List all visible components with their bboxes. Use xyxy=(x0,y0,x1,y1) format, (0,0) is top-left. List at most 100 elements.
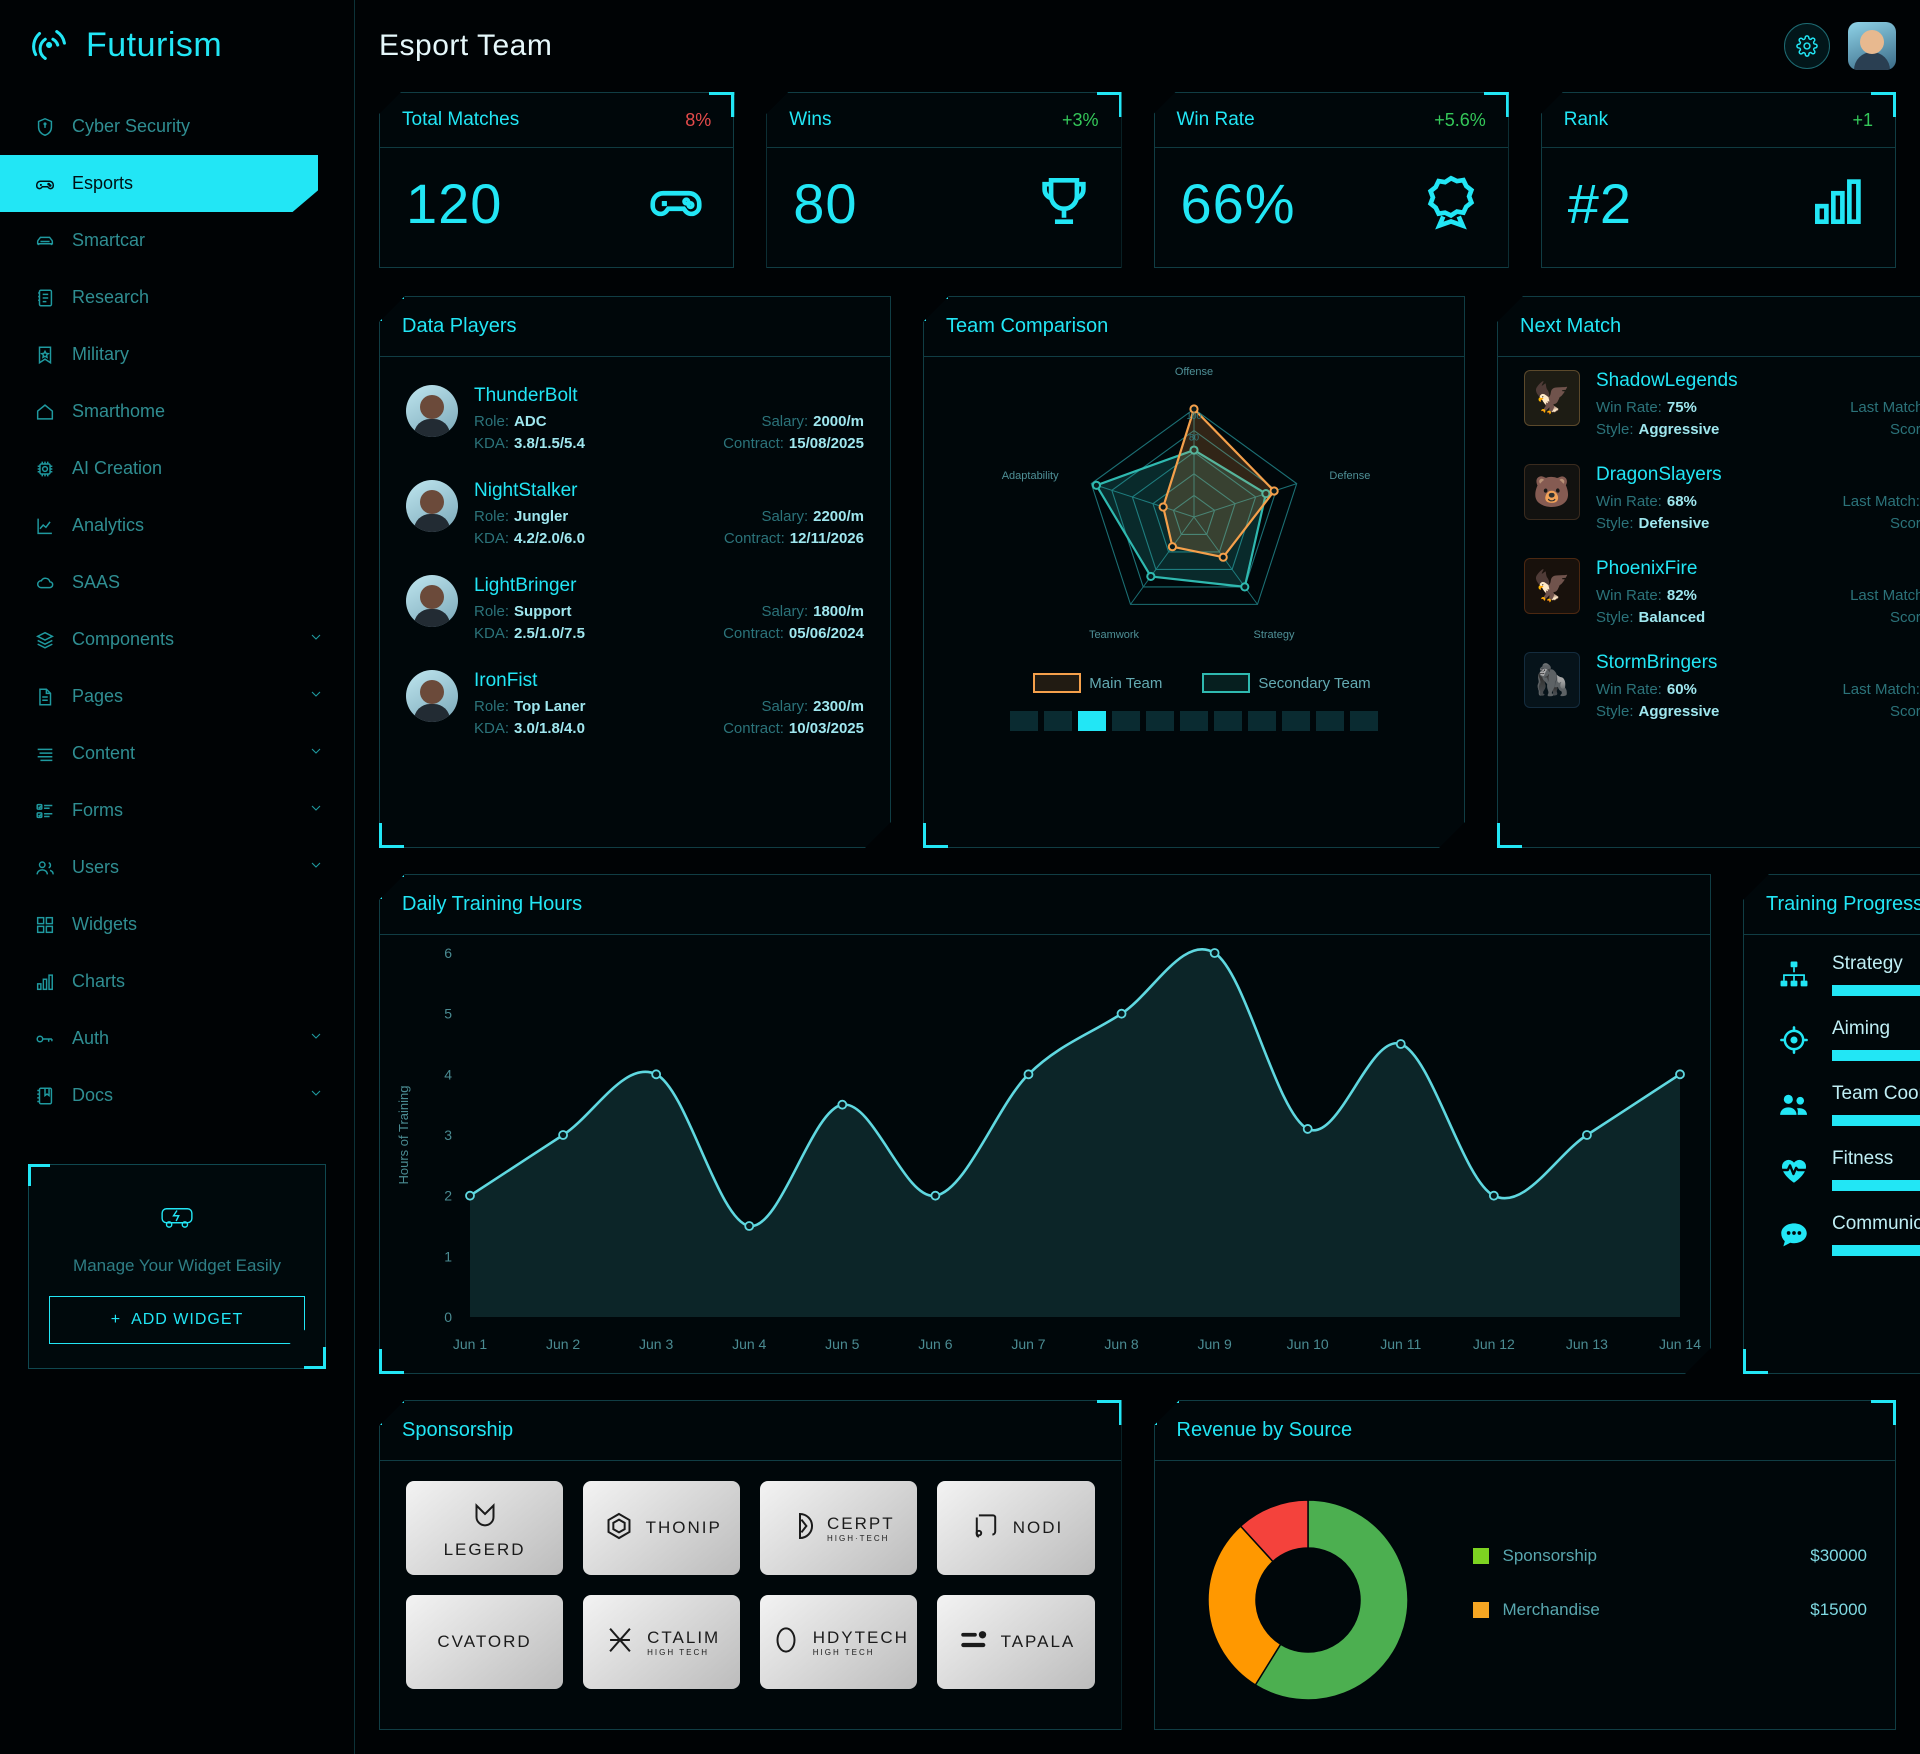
pager-dot[interactable] xyxy=(1214,711,1242,731)
pager-dot[interactable] xyxy=(1248,711,1276,731)
chevron-down-icon[interactable] xyxy=(308,1028,324,1049)
key-icon xyxy=(34,1028,56,1050)
sidebar-item-docs[interactable]: Docs xyxy=(0,1067,354,1124)
sidebar-item-label: Auth xyxy=(72,1028,110,1048)
sponsor-logo[interactable]: TAPALA xyxy=(937,1595,1095,1689)
player-name: ThunderBolt xyxy=(474,385,578,406)
card-header: Training Progress xyxy=(1744,875,1920,935)
sidebar-item-saas[interactable]: SAAS xyxy=(0,554,354,611)
data-players-card: Data Players ThunderBolt Role: ADC Salar… xyxy=(379,296,891,848)
player-row[interactable]: NightStalker Role: Jungler Salary: 2200/… xyxy=(406,466,864,561)
player-salary: 1800/m xyxy=(813,603,864,620)
pager-dot[interactable] xyxy=(1180,711,1208,731)
stat-body: 66% xyxy=(1155,148,1508,258)
brand[interactable]: Futurism xyxy=(0,0,354,90)
document-list-icon xyxy=(34,287,56,309)
chevron-down-icon[interactable] xyxy=(308,1085,324,1106)
add-widget-label: ADD WIDGET xyxy=(131,1311,244,1328)
player-role: Support xyxy=(514,603,572,620)
pager-dot[interactable] xyxy=(1316,711,1344,731)
sidebar-item-analytics[interactable]: Analytics xyxy=(0,497,354,554)
sponsor-logo[interactable]: CVATORD xyxy=(406,1595,564,1689)
medal-icon xyxy=(1420,170,1482,237)
contract-label: Contract: xyxy=(723,435,784,452)
pager-dot[interactable] xyxy=(1044,711,1072,731)
gear-icon[interactable] xyxy=(1784,23,1830,69)
card-header: Revenue by Source xyxy=(1154,1401,1895,1461)
legend-swatch xyxy=(1472,1602,1489,1618)
sidebar-item-research[interactable]: Research xyxy=(0,269,354,326)
sponsor-name: HDYTECH xyxy=(812,1627,909,1647)
pager-dot[interactable] xyxy=(1010,711,1038,731)
add-widget-button[interactable]: + ADD WIDGET xyxy=(49,1296,305,1344)
sidebar-item-auth[interactable]: Auth xyxy=(0,1010,354,1067)
pager-dot[interactable] xyxy=(1112,711,1140,731)
style-label: Style: xyxy=(1596,703,1634,720)
match-row[interactable]: 🦅 PhoenixFire Win Rate: 82% Last Match: … xyxy=(1498,545,1920,639)
sponsor-logo[interactable]: CERPT HIGH·TECH xyxy=(760,1481,918,1575)
style-value: Defensive xyxy=(1638,515,1710,532)
sponsor-logo[interactable]: THONIP xyxy=(583,1481,741,1575)
stat-body: 120 xyxy=(380,148,733,258)
player-row[interactable]: ThunderBolt Role: ADC Salary: 2000/m KDA… xyxy=(406,371,864,466)
legend-amount: $15000 xyxy=(1810,1600,1867,1619)
player-info: NightStalker Role: Jungler Salary: 2200/… xyxy=(474,480,864,547)
pager-dot[interactable] xyxy=(1282,711,1310,731)
player-row[interactable]: LightBringer Role: Support Salary: 1800/… xyxy=(406,561,864,656)
sidebar-item-smarthome[interactable]: Smarthome xyxy=(0,383,354,440)
sidebar-item-content[interactable]: Content xyxy=(0,725,354,782)
sponsor-logo[interactable]: NODI xyxy=(937,1481,1095,1575)
chevron-down-icon[interactable] xyxy=(308,800,324,821)
contract-group: Contract: 15/08/2025 xyxy=(723,435,864,452)
page-icon xyxy=(34,686,56,708)
sidebar-item-pages[interactable]: Pages xyxy=(0,668,354,725)
chip-icon xyxy=(34,458,56,480)
win-rate-value: 82% xyxy=(1666,587,1697,604)
layers-icon xyxy=(34,629,56,651)
sponsor-logo[interactable]: HDYTECH HIGH TECH xyxy=(760,1595,918,1689)
svg-text:4: 4 xyxy=(444,1066,452,1082)
kda-label: KDA: xyxy=(474,625,510,642)
pager-dot[interactable] xyxy=(1146,711,1174,731)
sidebar-item-military[interactable]: Military xyxy=(0,326,354,383)
chevron-down-icon[interactable] xyxy=(308,857,324,878)
sidebar-item-users[interactable]: Users xyxy=(0,839,354,896)
sidebar-item-charts[interactable]: Charts xyxy=(0,953,354,1010)
radar-pagination[interactable] xyxy=(1010,711,1378,731)
dashboard-root: Futurism Cyber Security Esports Smartcar… xyxy=(0,0,1920,1754)
sponsor-text: TAPALA xyxy=(1001,1632,1076,1652)
match-row[interactable]: 🦅 ShadowLegends Win Rate: 75% Last Match… xyxy=(1498,357,1920,451)
stat-header: Rank +1 xyxy=(1541,93,1895,148)
match-row[interactable]: 🦍 StormBringers Win Rate: 60% Last Match… xyxy=(1498,639,1920,733)
chevron-down-icon[interactable] xyxy=(308,629,324,650)
stat-label: Total Matches xyxy=(402,109,520,130)
match-row[interactable]: 🐻 DragonSlayers Win Rate: 68% Last Match… xyxy=(1498,451,1920,545)
sponsor-name: LEGERD xyxy=(443,1539,526,1559)
topbar: Esport Team xyxy=(379,0,1896,92)
sidebar-item-smartcar[interactable]: Smartcar xyxy=(0,212,354,269)
pager-dot[interactable] xyxy=(1350,711,1378,731)
progress-bar xyxy=(1832,1115,1920,1126)
sidebar-item-esports[interactable]: Esports xyxy=(0,155,318,212)
sidebar-item-components[interactable]: Components xyxy=(0,611,354,668)
sponsor-logo[interactable]: CTALIM HIGH TECH xyxy=(583,1595,741,1689)
sidebar-item-ai creation[interactable]: AI Creation xyxy=(0,440,354,497)
stat-card-wins: Wins +3% 80 xyxy=(766,92,1122,268)
progress-bar xyxy=(1832,1180,1920,1191)
sponsor-logo[interactable]: LEGERD xyxy=(406,1481,564,1575)
svg-text:6: 6 xyxy=(444,945,452,961)
player-row[interactable]: IronFist Role: Top Laner Salary: 2300/m … xyxy=(406,656,864,751)
sidebar-item-label: Research xyxy=(72,287,150,307)
sidebar-item-cyber security[interactable]: Cyber Security xyxy=(0,98,354,155)
chevron-down-icon[interactable] xyxy=(308,743,324,764)
pager-dot[interactable] xyxy=(1078,711,1106,731)
chevron-down-icon[interactable] xyxy=(308,686,324,707)
salary-label: Salary: xyxy=(761,413,809,430)
avatar[interactable] xyxy=(1848,22,1896,70)
opponent-name: DragonSlayers xyxy=(1596,464,1722,485)
sidebar-item-forms[interactable]: Forms xyxy=(0,782,354,839)
sidebar-item-widgets[interactable]: Widgets xyxy=(0,896,354,953)
svg-text:2: 2 xyxy=(444,1188,452,1204)
style-label: Style: xyxy=(1596,421,1634,438)
stat-delta: +1 xyxy=(1852,109,1873,130)
